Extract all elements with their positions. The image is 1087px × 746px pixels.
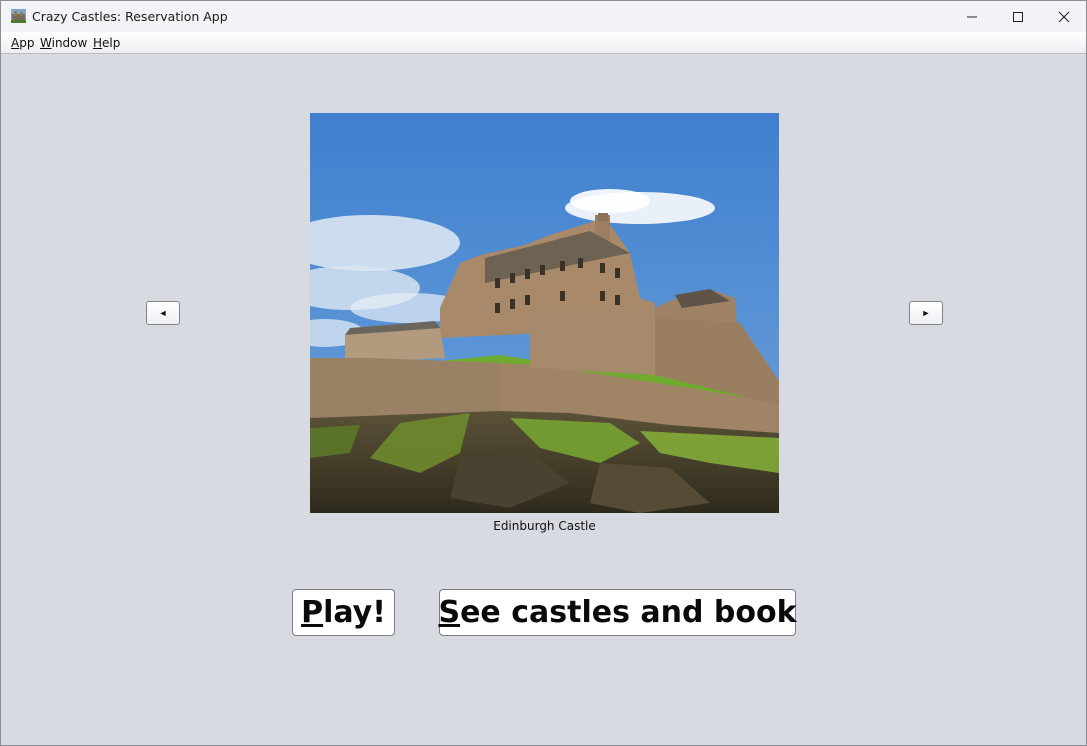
edinburgh-castle-image xyxy=(310,113,779,513)
menu-app-label: pp xyxy=(19,36,35,50)
menu-help-mnemonic: H xyxy=(93,36,103,50)
see-castles-button-label: ee castles and book xyxy=(460,595,797,630)
castle-caption: Edinburgh Castle xyxy=(493,519,596,533)
menu-help[interactable]: Help xyxy=(93,36,120,50)
menu-bar: App Window Help xyxy=(1,32,1086,54)
close-button[interactable] xyxy=(1041,1,1087,32)
menu-app-mnemonic: A xyxy=(11,36,20,50)
minimize-button[interactable] xyxy=(949,1,995,32)
menu-window-label: indow xyxy=(51,36,88,50)
next-castle-button[interactable]: ► xyxy=(909,301,943,325)
left-arrow-icon: ◄ xyxy=(158,308,168,318)
title-bar[interactable]: Crazy Castles: Reservation App xyxy=(1,1,1086,32)
window-title: Crazy Castles: Reservation App xyxy=(32,9,228,24)
play-button[interactable]: Play! xyxy=(292,589,395,636)
castle-app-icon xyxy=(11,9,26,23)
castle-photo xyxy=(310,113,779,513)
previous-castle-button[interactable]: ◄ xyxy=(146,301,180,325)
menu-help-label: elp xyxy=(102,36,121,50)
menu-window-mnemonic: W xyxy=(40,36,52,50)
maximize-button[interactable] xyxy=(995,1,1041,32)
see-castles-button-mnemonic: S xyxy=(438,595,461,630)
right-arrow-icon: ► xyxy=(921,308,931,318)
close-icon xyxy=(1058,11,1070,22)
app-window: Crazy Castles: Reservation App App Windo… xyxy=(0,0,1087,746)
play-button-label: lay! xyxy=(323,595,386,630)
menu-window[interactable]: Window xyxy=(40,36,87,50)
play-button-mnemonic: P xyxy=(301,595,324,630)
menu-app[interactable]: App xyxy=(11,36,34,50)
maximize-icon xyxy=(1013,11,1023,22)
minimize-icon xyxy=(967,16,977,17)
see-castles-and-book-button[interactable]: See castles and book xyxy=(438,589,797,636)
